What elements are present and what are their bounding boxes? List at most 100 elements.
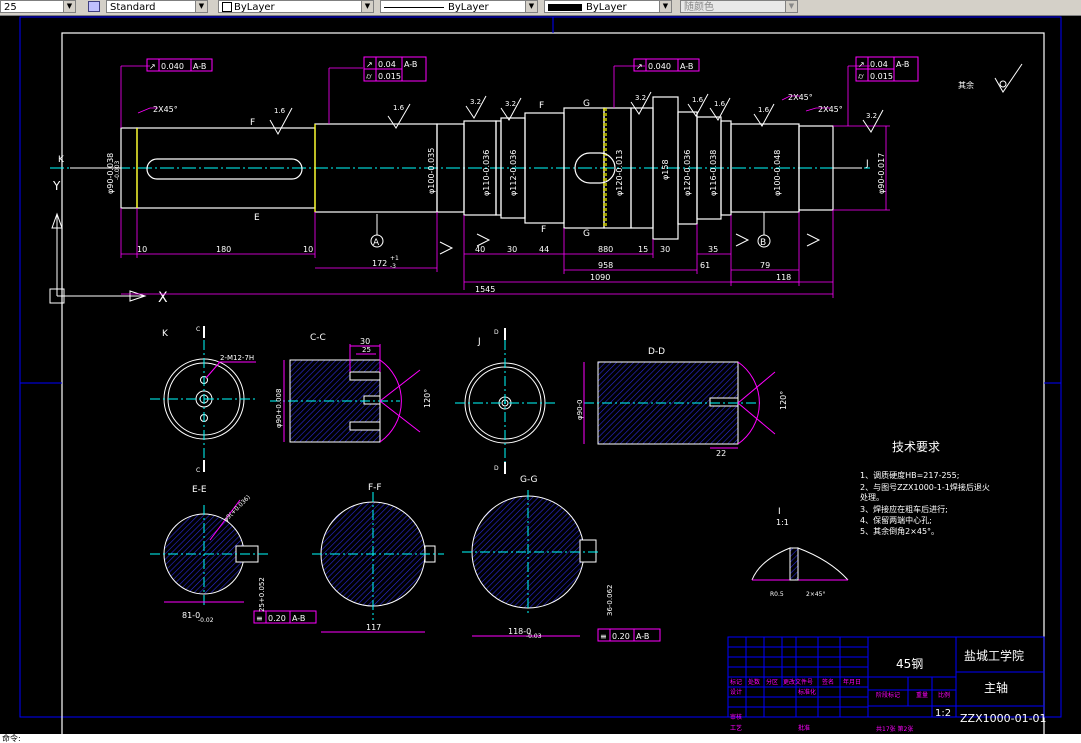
drawing-frame xyxy=(61,32,1045,734)
label-g-low: G xyxy=(583,229,590,239)
datum-b-label: B xyxy=(760,238,766,248)
view-dd-label: D-D xyxy=(648,347,665,357)
tb-drawing-no: ZZX1000-01-01 xyxy=(960,712,1047,725)
tb-row-label: 工艺 xyxy=(730,724,742,732)
plotstyle-value: 随颜色 xyxy=(684,2,714,13)
tol-sym: ↗ xyxy=(366,60,373,69)
dim-text: 15 xyxy=(638,245,648,254)
dim-text: φ120-0.013 xyxy=(615,150,624,196)
tol-sym: ≡ xyxy=(256,614,263,623)
dim-text: 118 xyxy=(776,273,791,282)
tol-datum: A-B xyxy=(896,60,909,69)
tech-title: 技术要求 xyxy=(892,440,940,454)
dim-text: 120° xyxy=(779,391,788,410)
tol-value: 0.20 xyxy=(612,632,630,641)
scale-value: 25 xyxy=(4,2,17,13)
dim-text: 61 xyxy=(700,261,710,270)
dim-text: 172 xyxy=(372,259,387,268)
dim-text: 117 xyxy=(366,623,381,632)
tb-header: 标记 xyxy=(730,678,742,686)
dimstyle-combo[interactable]: Standard ▼ xyxy=(106,0,208,13)
dim-text: 25 xyxy=(362,346,371,354)
dim-text: 44 xyxy=(539,245,549,254)
dim-text: -3 xyxy=(390,263,396,270)
tech-line: 1、调质硬度HB=217-255; xyxy=(860,470,959,480)
roughness-symbols xyxy=(269,63,1023,255)
tol-datum: A-B xyxy=(636,632,649,641)
command-line[interactable]: 命令: xyxy=(0,734,1081,743)
color-swatch-icon xyxy=(222,2,232,12)
tol-value: 0.040 xyxy=(161,62,184,71)
tb-header: 分区 xyxy=(766,678,778,686)
tb-row-label: 审核 xyxy=(730,713,742,721)
roughness-label: 1.6 xyxy=(714,100,726,108)
dim-text: φ9(+0.036) xyxy=(222,494,251,523)
dropdown-arrow-icon[interactable]: ▼ xyxy=(659,1,671,12)
dim-text: -0.02 xyxy=(198,617,214,624)
dim-text: φ100-0.048 xyxy=(773,150,782,196)
d-mark: D xyxy=(494,329,499,336)
dropdown-arrow-icon[interactable]: ▼ xyxy=(525,1,537,12)
label-f-top: F xyxy=(250,118,255,128)
roughness-label: 3.2 xyxy=(866,112,877,120)
dim-text: 30 xyxy=(660,245,670,254)
dim-text: φ90+0.008 xyxy=(275,389,283,428)
dropdown-arrow-icon[interactable]: ▼ xyxy=(785,1,797,12)
scale-combo[interactable]: 25 ▼ xyxy=(0,0,76,13)
layer-combo[interactable]: ByLayer ▼ xyxy=(218,0,374,13)
dimstyle-icon[interactable] xyxy=(88,1,100,12)
roughness-label: 1.6 xyxy=(274,107,286,115)
lineweight-combo[interactable]: ByLayer ▼ xyxy=(544,0,672,13)
ucs-x-label: X xyxy=(158,290,168,306)
linetype-combo[interactable]: ByLayer ▼ xyxy=(380,0,538,13)
properties-toolbar: 25 ▼ Standard ▼ ByLayer ▼ ByLayer ▼ ByLayer ▼… xyxy=(0,0,1081,16)
rest-roughness-circle xyxy=(999,80,1007,88)
dropdown-arrow-icon[interactable]: ▼ xyxy=(63,1,75,12)
dim-text: 36-0.062 xyxy=(606,585,614,616)
datum-a-label: A xyxy=(373,238,380,248)
dim-text: -0.03 xyxy=(526,633,542,640)
tb-row-label: 设计 xyxy=(730,688,742,696)
linetype-value: ByLayer xyxy=(448,2,489,13)
tb-material: 45钢 xyxy=(896,657,923,671)
thread-label: 2-M12-7H xyxy=(220,354,254,362)
label-k: K xyxy=(58,155,65,165)
roughness-label: 3.2 xyxy=(505,100,516,108)
dim-text: φ112-0.036 xyxy=(509,150,518,196)
tol-sym: ↗ xyxy=(149,62,156,71)
tb-header: 更改文件号 xyxy=(783,678,813,686)
dim-text: 2X45° xyxy=(818,105,843,114)
c-mark: C xyxy=(196,467,200,474)
tol-datum: A-B xyxy=(680,62,693,71)
roughness-label: 3.2 xyxy=(470,98,481,106)
dim-text: φ110-0.036 xyxy=(482,150,491,196)
dim-text: 22 xyxy=(716,449,726,458)
d-mark: D xyxy=(494,465,499,472)
tb-stage: 比例 xyxy=(938,691,950,699)
dim-text: 40 xyxy=(475,245,485,254)
dim-text: 958 xyxy=(598,261,613,270)
tech-line: 4、保留两端中心孔; xyxy=(860,515,932,525)
tol-datum: A-B xyxy=(404,60,417,69)
dropdown-arrow-icon[interactable]: ▼ xyxy=(361,1,373,12)
dropdown-arrow-icon[interactable]: ▼ xyxy=(195,1,207,12)
linetype-sample-icon xyxy=(384,6,444,8)
tb-row-label: 批准 xyxy=(798,724,810,732)
dim-text: 2×45° xyxy=(806,591,825,598)
tb-part-name: 主轴 xyxy=(984,680,1008,695)
tol-value: 0.040 xyxy=(648,62,671,71)
tb-stage: 阶段标记 xyxy=(876,691,900,699)
tb-row-label: 标准化 xyxy=(798,688,816,696)
tb-header: 年月日 xyxy=(843,678,861,686)
tol-value: 0.20 xyxy=(268,614,286,623)
dim-text: 880 xyxy=(598,245,613,254)
tol-value: 0.04 xyxy=(870,60,888,69)
label-f-low: F xyxy=(541,225,546,235)
dim-text: φ120-0.036 xyxy=(683,150,692,196)
drawing-canvas[interactable]: Y X K J F E F G F G A B 1.6 1.6 3.2 3.2 … xyxy=(0,15,1081,734)
plotstyle-combo[interactable]: 随颜色 ▼ xyxy=(680,0,798,13)
roughness-label: 1.6 xyxy=(692,96,704,104)
roughness-label: 3.2 xyxy=(635,94,646,102)
dim-text: 2X45° xyxy=(788,93,813,102)
dim-text: 1545 xyxy=(475,285,495,294)
